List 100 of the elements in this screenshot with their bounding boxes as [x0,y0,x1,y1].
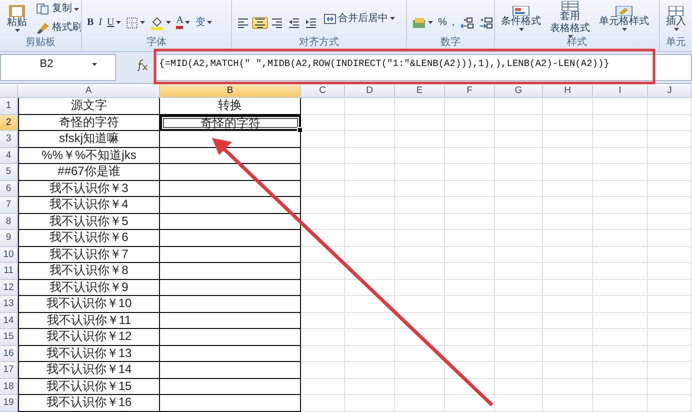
empty-cell[interactable] [160,164,301,180]
underline-button[interactable]: U [105,16,124,30]
empty-cell[interactable] [160,395,301,412]
table-cell[interactable]: 源文字 [18,98,160,114]
row-header[interactable]: 4 [0,148,18,164]
name-box[interactable]: B2 [0,54,116,81]
row-header[interactable]: 1 [0,98,18,114]
empty-cell[interactable] [160,312,301,329]
paste-button[interactable]: 粘贴 [3,4,31,34]
table-cell[interactable]: 奇怪的字符 [160,114,301,131]
cell-style-button[interactable]: 单元格样式 [596,4,652,32]
column-header[interactable]: A [18,85,160,98]
caret-icon [92,63,97,66]
row-header[interactable]: 14 [0,312,18,329]
increase-indent-button[interactable] [303,16,319,28]
table-cell[interactable]: sfskj知道嘛 [18,131,160,148]
table-cell[interactable]: 我不认识你￥13 [18,346,160,362]
align-right-button[interactable] [269,16,285,28]
table-cell[interactable]: 我不认识你￥5 [18,214,160,230]
column-header[interactable]: I [593,85,648,98]
font-color-button[interactable]: A [174,15,192,30]
copy-button[interactable]: 复制 [34,2,81,16]
increase-decimal-button[interactable] [458,16,476,30]
comma-button[interactable]: , [450,16,457,30]
row-header[interactable]: 18 [0,378,18,395]
row-header[interactable]: 12 [0,280,18,296]
empty-cell[interactable] [160,362,301,378]
italic-button[interactable]: I [96,16,104,30]
select-all-corner[interactable] [0,85,18,98]
empty-cell[interactable] [160,180,301,197]
currency-button[interactable] [410,16,435,30]
column-header[interactable]: H [543,85,593,98]
border-button[interactable] [124,16,148,30]
empty-cell[interactable] [160,280,301,296]
decimal-icon [460,16,474,28]
formula-field[interactable]: {=MID(A2,MATCH(" ",MIDB(A2,ROW(INDIRECT("1:"&LENB(A2))),1),),LENB(A2)-LEN(A2))} [154,54,692,81]
table-cell[interactable]: 我不认识你￥10 [18,296,160,312]
table-cell[interactable]: 我不认识你￥14 [18,362,160,378]
align-center-button[interactable] [252,16,268,28]
phonetic-button[interactable]: 变 [193,16,214,30]
decrease-indent-button[interactable] [286,16,302,28]
group-label: 单元 [665,37,687,50]
table-cell[interactable]: 我不认识你￥3 [18,180,160,197]
empty-cell[interactable] [160,263,301,280]
row-header[interactable]: 8 [0,214,18,230]
align-left-button[interactable] [235,16,251,28]
merge-center-button[interactable]: 合并后居中 [322,12,397,26]
table-cell[interactable]: 奇怪的字符 [18,114,160,131]
bold-button[interactable]: B [85,16,96,30]
row-header[interactable]: 16 [0,346,18,362]
table-cell[interactable]: ##67你是谁 [18,164,160,180]
row-header[interactable]: 15 [0,329,18,346]
row-header[interactable]: 9 [0,230,18,246]
table-cell[interactable]: 我不认识你￥12 [18,329,160,346]
function-icon [136,59,148,71]
empty-cell[interactable] [160,230,301,246]
clipboard-icon [6,4,28,16]
fill-color-button[interactable] [148,14,174,30]
table-cell[interactable]: 我不认识你￥4 [18,197,160,214]
empty-cell[interactable] [160,329,301,346]
fill-handle[interactable] [297,127,303,133]
table-cell[interactable]: 我不认识你￥11 [18,312,160,329]
column-header[interactable]: J [648,85,692,98]
row-header[interactable]: 3 [0,131,18,148]
empty-cell[interactable] [160,197,301,214]
cell-style-icon [613,6,635,16]
currency-icon [412,16,426,28]
column-header[interactable]: B [160,85,301,98]
column-header[interactable]: G [495,85,543,98]
row-header[interactable]: 2 [0,114,18,131]
table-cell[interactable]: 我不认识你￥8 [18,263,160,280]
empty-cell[interactable] [160,246,301,263]
table-cell[interactable]: 我不认识你￥9 [18,280,160,296]
column-header[interactable]: C [301,85,345,98]
row-header[interactable]: 10 [0,246,18,263]
empty-cell[interactable] [160,214,301,230]
row-header[interactable]: 17 [0,362,18,378]
row-header[interactable]: 5 [0,164,18,180]
insert-button[interactable]: 插入 [663,4,689,32]
indent-icon [305,18,317,28]
table-cell[interactable]: %%￥%不知道jks [18,148,160,164]
table-cell[interactable]: 我不认识你￥15 [18,378,160,395]
column-header[interactable]: E [395,85,445,98]
column-header[interactable]: D [345,85,395,98]
table-cell[interactable]: 我不认识你￥7 [18,246,160,263]
table-cell[interactable]: 我不认识你￥16 [18,395,160,412]
table-icon [559,1,581,11]
copy-icon [36,3,50,16]
empty-cell[interactable] [160,346,301,362]
row-header[interactable]: 19 [0,395,18,412]
row-header[interactable]: 6 [0,180,18,197]
empty-cell[interactable] [160,378,301,395]
column-header[interactable]: F [445,85,495,98]
empty-cell[interactable] [160,296,301,312]
conditional-format-button[interactable]: 条件格式 [498,4,544,32]
row-header[interactable]: 11 [0,263,18,280]
table-cell[interactable]: 我不认识你￥6 [18,230,160,246]
percent-button[interactable]: % [436,16,449,30]
row-header[interactable]: 7 [0,197,18,214]
row-header[interactable]: 13 [0,296,18,312]
